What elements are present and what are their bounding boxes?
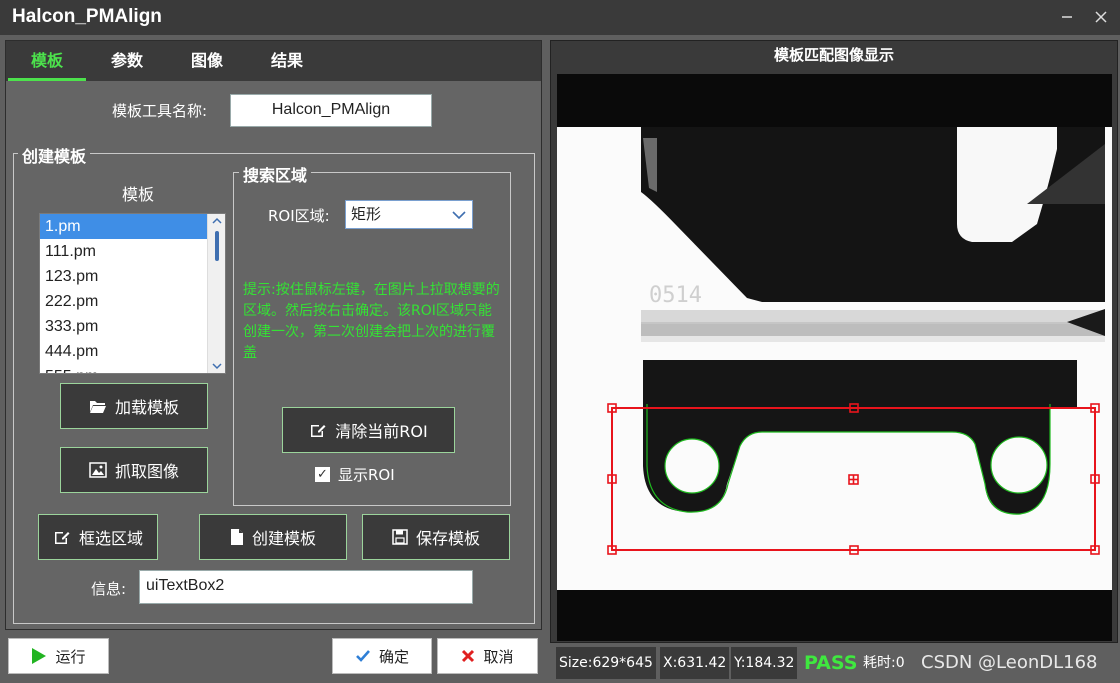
cursor-y: Y:184.32 <box>731 647 798 679</box>
bottom-bar: 运行 确定 取消 <box>0 633 548 683</box>
cursor-x: X:631.42 <box>660 647 730 679</box>
close-icon <box>1095 11 1107 23</box>
image-icon <box>89 462 107 478</box>
list-item[interactable]: 444.pm <box>40 339 225 364</box>
part-image: 0514 <box>557 74 1112 641</box>
save-icon <box>392 529 408 545</box>
roi-hint-text: 提示:按住鼠标左键，在图片上拉取想要的区域。然后按右击确定。该ROI区域只能创建… <box>243 282 500 361</box>
ok-button[interactable]: 确定 <box>332 638 432 674</box>
info-label: 信息: <box>91 580 127 598</box>
status-bar: Size:629*645 X:631.42 Y:184.32 PASS 耗时:0… <box>550 647 1118 679</box>
tab-image[interactable]: 图像 <box>168 41 246 81</box>
image-size: Size:629*645 <box>556 647 656 679</box>
select-region-button[interactable]: 框选区域 <box>38 514 158 560</box>
list-item[interactable]: 555.pm <box>40 364 225 373</box>
list-item[interactable]: 123.pm <box>40 264 225 289</box>
checkmark-icon: ✓ <box>315 467 330 482</box>
save-template-button[interactable]: 保存模板 <box>362 514 510 560</box>
show-roi-checkbox[interactable]: ✓ 显示ROI <box>315 464 395 485</box>
minimize-icon <box>1062 16 1072 18</box>
roi-type-select[interactable]: 矩形 <box>345 200 473 229</box>
template-list-title: 模板 <box>122 185 155 204</box>
template-tool-name-input[interactable]: Halcon_PMAlign <box>230 94 432 127</box>
minimize-button[interactable] <box>1053 4 1081 30</box>
part-marking: 0514 <box>649 283 702 308</box>
folder-open-icon <box>89 401 106 413</box>
info-textbox[interactable]: uiTextBox2 <box>139 570 473 604</box>
elapsed-time: 耗时:0 <box>863 655 905 671</box>
tab-template[interactable]: 模板 <box>8 41 86 81</box>
image-display-title: 模板匹配图像显示 <box>773 46 894 64</box>
list-item[interactable]: 222.pm <box>40 289 225 314</box>
play-icon <box>32 648 47 664</box>
watermark: CSDN @LeonDL168 <box>921 652 1098 673</box>
edit-icon <box>54 532 70 544</box>
scrollbar-arrows-icon <box>212 217 222 370</box>
clear-roi-button[interactable]: 清除当前ROI <box>282 407 455 453</box>
svg-text:0514: 0514 <box>649 283 702 308</box>
list-item[interactable]: 333.pm <box>40 314 225 339</box>
cancel-button[interactable]: 取消 <box>437 638 538 674</box>
listbox-scrollbar[interactable] <box>207 214 225 373</box>
search-region-title: 搜索区域 <box>239 162 312 186</box>
template-listbox[interactable]: 1.pm 111.pm 123.pm 222.pm 333.pm 444.pm … <box>39 213 226 374</box>
tab-bar: 模板 参数 图像 结果 <box>6 41 541 81</box>
create-template-title: 创建模板 <box>18 143 91 167</box>
window-title: Halcon_PMAlign <box>12 6 162 27</box>
title-bar: Halcon_PMAlign <box>0 0 1120 35</box>
tab-result[interactable]: 结果 <box>248 41 326 81</box>
tab-params[interactable]: 参数 <box>88 41 166 81</box>
close-icon <box>462 649 475 663</box>
result-status-badge: PASS <box>804 652 858 674</box>
template-tool-label: 模板工具名称: <box>112 102 208 120</box>
roi-label: ROI区域: <box>268 207 330 225</box>
image-canvas[interactable]: 0514 <box>557 74 1112 641</box>
grab-image-button[interactable]: 抓取图像 <box>60 447 208 493</box>
list-item[interactable]: 1.pm <box>40 214 225 239</box>
list-item[interactable]: 111.pm <box>40 239 225 264</box>
chevron-down-icon <box>452 211 466 220</box>
load-template-button[interactable]: 加载模板 <box>60 383 208 429</box>
check-icon <box>356 650 370 662</box>
create-template-button[interactable]: 创建模板 <box>199 514 347 560</box>
edit-icon <box>311 425 326 437</box>
settings-panel: 模板 参数 图像 结果 模板工具名称: Halcon_PMAlign 创建模板 … <box>5 40 542 630</box>
close-button[interactable] <box>1087 4 1115 30</box>
image-display-panel: 模板匹配图像显示 0514 <box>550 40 1118 643</box>
run-button[interactable]: 运行 <box>8 638 109 674</box>
file-icon <box>230 529 243 545</box>
